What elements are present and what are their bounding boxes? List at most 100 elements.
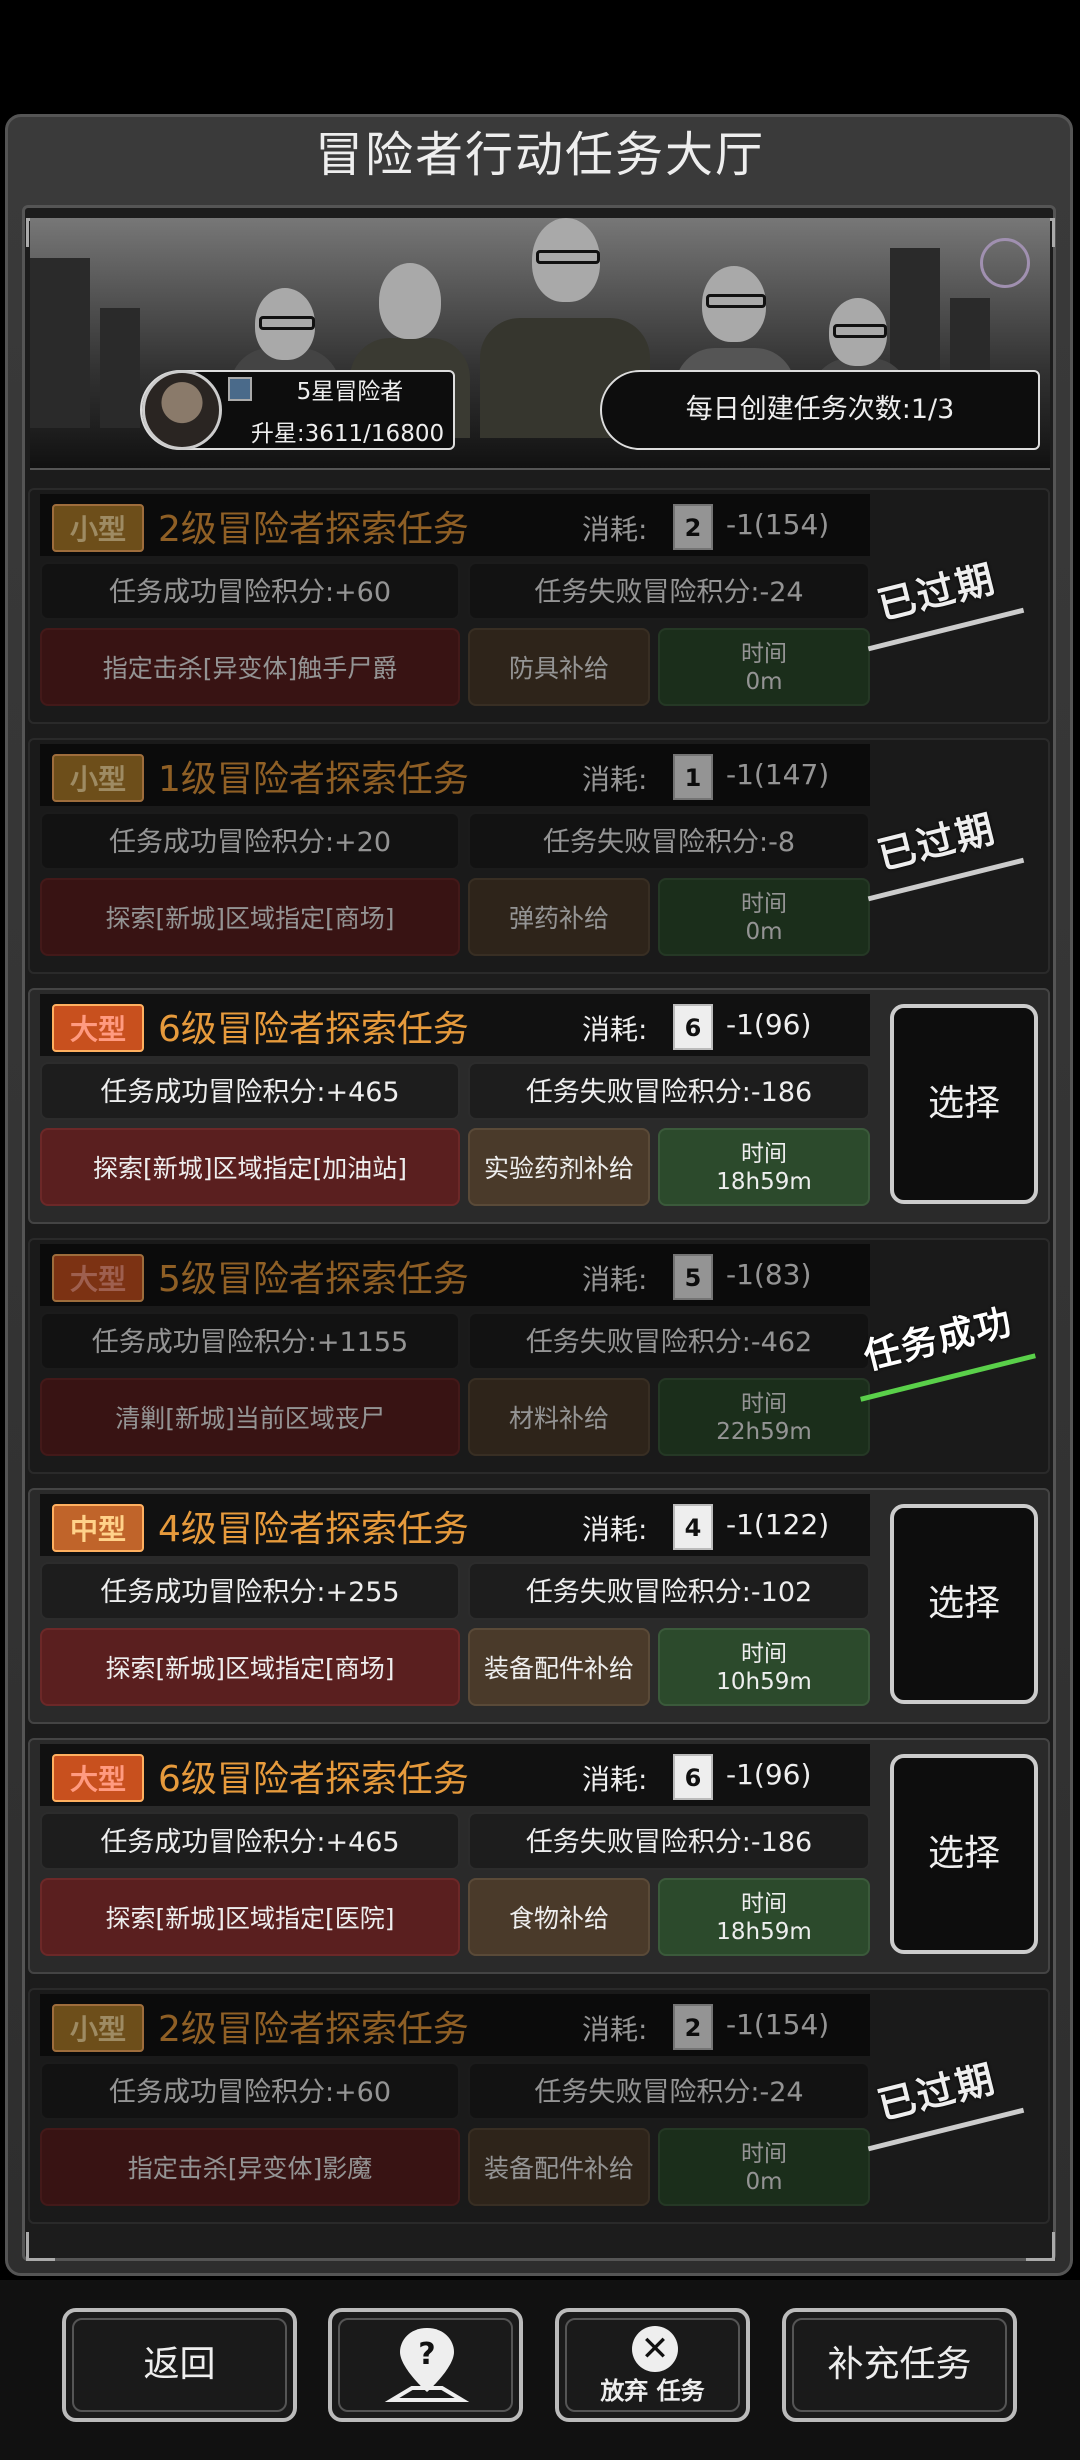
- hazard-emblem-icon: [980, 238, 1030, 288]
- select-task-button[interactable]: 选择: [890, 1504, 1038, 1704]
- task-header: 大型 5级冒险者探索任务 消耗: 5 -1(83): [40, 1244, 870, 1306]
- rank-name: 5星冒险者: [296, 379, 404, 405]
- cost-label: 消耗:: [582, 763, 648, 796]
- task-reward-supply: 弹药补给: [468, 878, 650, 956]
- fail-points: 任务失败冒险积分:-186: [468, 1812, 870, 1870]
- rank-star-icon: [228, 377, 252, 401]
- fail-points: 任务失败冒险积分:-8: [468, 812, 870, 870]
- time-value: 10h59m: [716, 1669, 812, 1695]
- task-header: 大型 6级冒险者探索任务 消耗: 6 -1(96): [40, 1744, 870, 1806]
- time-value: 0m: [745, 2169, 783, 2195]
- task-name: 2级冒险者探索任务: [158, 509, 469, 550]
- task-name: 6级冒险者探索任务: [158, 1009, 469, 1050]
- task-time: 时间 0m: [658, 628, 870, 706]
- success-points: 任务成功冒险积分:+465: [40, 1062, 460, 1120]
- close-icon: ✕: [632, 2326, 678, 2372]
- success-points: 任务成功冒险积分:+1155: [40, 1312, 460, 1370]
- level-card-icon: 6: [673, 1754, 713, 1800]
- rank-upgrade-progress: 升星:3611/16800: [250, 421, 445, 447]
- button-frame: [72, 2318, 287, 2412]
- cost-value: -1(96): [726, 1008, 812, 1041]
- time-value: 0m: [745, 919, 783, 945]
- task-objective: 探索[新城]区域指定[商场]: [40, 878, 460, 956]
- task-card: 中型 4级冒险者探索任务 消耗: 4 -1(122) 任务成功冒险积分:+255…: [28, 1488, 1050, 1724]
- success-points: 任务成功冒险积分:+465: [40, 1812, 460, 1870]
- task-time: 时间 18h59m: [658, 1128, 870, 1206]
- daily-create-count: 每日创建任务次数:1/3: [600, 370, 1040, 450]
- level-card-icon: 6: [673, 1004, 713, 1050]
- task-size-badge: 大型: [52, 1254, 144, 1302]
- task-time: 时间 22h59m: [658, 1378, 870, 1456]
- task-objective: 探索[新城]区域指定[加油站]: [40, 1128, 460, 1206]
- task-header: 小型 2级冒险者探索任务 消耗: 2 -1(154): [40, 1994, 870, 2056]
- task-reward-supply: 装备配件补给: [468, 1628, 650, 1706]
- time-label: 时间: [741, 1391, 787, 1417]
- cost-value: -1(154): [726, 508, 830, 541]
- level-card-icon: 2: [673, 504, 713, 550]
- task-header: 大型 6级冒险者探索任务 消耗: 6 -1(96): [40, 994, 870, 1056]
- cost-label: 消耗:: [582, 1263, 648, 1296]
- task-name: 1级冒险者探索任务: [158, 759, 469, 800]
- task-card: 大型 6级冒险者探索任务 消耗: 6 -1(96) 任务成功冒险积分:+465 …: [28, 1738, 1050, 1974]
- task-objective: 指定击杀[异变体]触手尸爵: [40, 628, 460, 706]
- task-objective: 指定击杀[异变体]影魔: [40, 2128, 460, 2206]
- task-time: 时间 10h59m: [658, 1628, 870, 1706]
- task-reward-supply: 装备配件补给: [468, 2128, 650, 2206]
- task-name: 2级冒险者探索任务: [158, 2009, 469, 2050]
- abandon-task-button[interactable]: ✕ 放弃 任务: [555, 2308, 750, 2422]
- replenish-task-button[interactable]: 补充任务: [782, 2308, 1017, 2422]
- time-value: 0m: [745, 669, 783, 695]
- select-task-button[interactable]: 选择: [890, 1004, 1038, 1204]
- time-value: 18h59m: [716, 1169, 812, 1195]
- fail-points: 任务失败冒险积分:-186: [468, 1062, 870, 1120]
- task-time: 时间 18h59m: [658, 1878, 870, 1956]
- abandon-label: 放弃 任务: [600, 2377, 705, 2405]
- task-header: 小型 1级冒险者探索任务 消耗: 1 -1(147): [40, 744, 870, 806]
- cost-label: 消耗:: [582, 2013, 648, 2046]
- cost-label: 消耗:: [582, 1763, 648, 1796]
- task-time: 时间 0m: [658, 2128, 870, 2206]
- level-card-icon: 1: [673, 754, 713, 800]
- select-task-button[interactable]: 选择: [890, 1754, 1038, 1954]
- task-objective: 探索[新城]区域指定[医院]: [40, 1878, 460, 1956]
- help-button[interactable]: ?: [328, 2308, 523, 2422]
- time-label: 时间: [741, 1891, 787, 1917]
- time-label: 时间: [741, 641, 787, 667]
- cost-value: -1(83): [726, 1258, 812, 1291]
- avatar[interactable]: [142, 370, 222, 450]
- level-card-icon: 4: [673, 1504, 713, 1550]
- task-time: 时间 0m: [658, 878, 870, 956]
- task-size-badge: 小型: [52, 2004, 144, 2052]
- question-map-icon: ?: [384, 2328, 470, 2402]
- success-points: 任务成功冒险积分:+60: [40, 562, 460, 620]
- back-button[interactable]: 返回: [62, 2308, 297, 2422]
- fail-points: 任务失败冒险积分:-24: [468, 2062, 870, 2120]
- frame-corner: [26, 2232, 55, 2261]
- task-name: 6级冒险者探索任务: [158, 1759, 469, 1800]
- task-reward-supply: 防具补给: [468, 628, 650, 706]
- task-objective: 探索[新城]区域指定[商场]: [40, 1628, 460, 1706]
- task-objective: 清剿[新城]当前区域丧尸: [40, 1378, 460, 1456]
- frame-corner: [1026, 2232, 1055, 2261]
- building: [100, 308, 140, 428]
- time-label: 时间: [741, 1141, 787, 1167]
- success-points: 任务成功冒险积分:+60: [40, 2062, 460, 2120]
- task-size-badge: 大型: [52, 1754, 144, 1802]
- cost-label: 消耗:: [582, 1513, 648, 1546]
- level-card-icon: 2: [673, 2004, 713, 2050]
- cost-label: 消耗:: [582, 513, 648, 546]
- time-label: 时间: [741, 2141, 787, 2167]
- fail-points: 任务失败冒险积分:-462: [468, 1312, 870, 1370]
- cost-value: -1(122): [726, 1508, 830, 1541]
- task-header: 中型 4级冒险者探索任务 消耗: 4 -1(122): [40, 1494, 870, 1556]
- task-name: 5级冒险者探索任务: [158, 1259, 469, 1300]
- task-size-badge: 大型: [52, 1004, 144, 1052]
- time-label: 时间: [741, 1641, 787, 1667]
- task-header: 小型 2级冒险者探索任务 消耗: 2 -1(154): [40, 494, 870, 556]
- time-value: 18h59m: [716, 1919, 812, 1945]
- task-card: 大型 6级冒险者探索任务 消耗: 6 -1(96) 任务成功冒险积分:+465 …: [28, 988, 1050, 1224]
- time-label: 时间: [741, 891, 787, 917]
- task-reward-supply: 材料补给: [468, 1378, 650, 1456]
- task-size-badge: 小型: [52, 754, 144, 802]
- task-reward-supply: 食物补给: [468, 1878, 650, 1956]
